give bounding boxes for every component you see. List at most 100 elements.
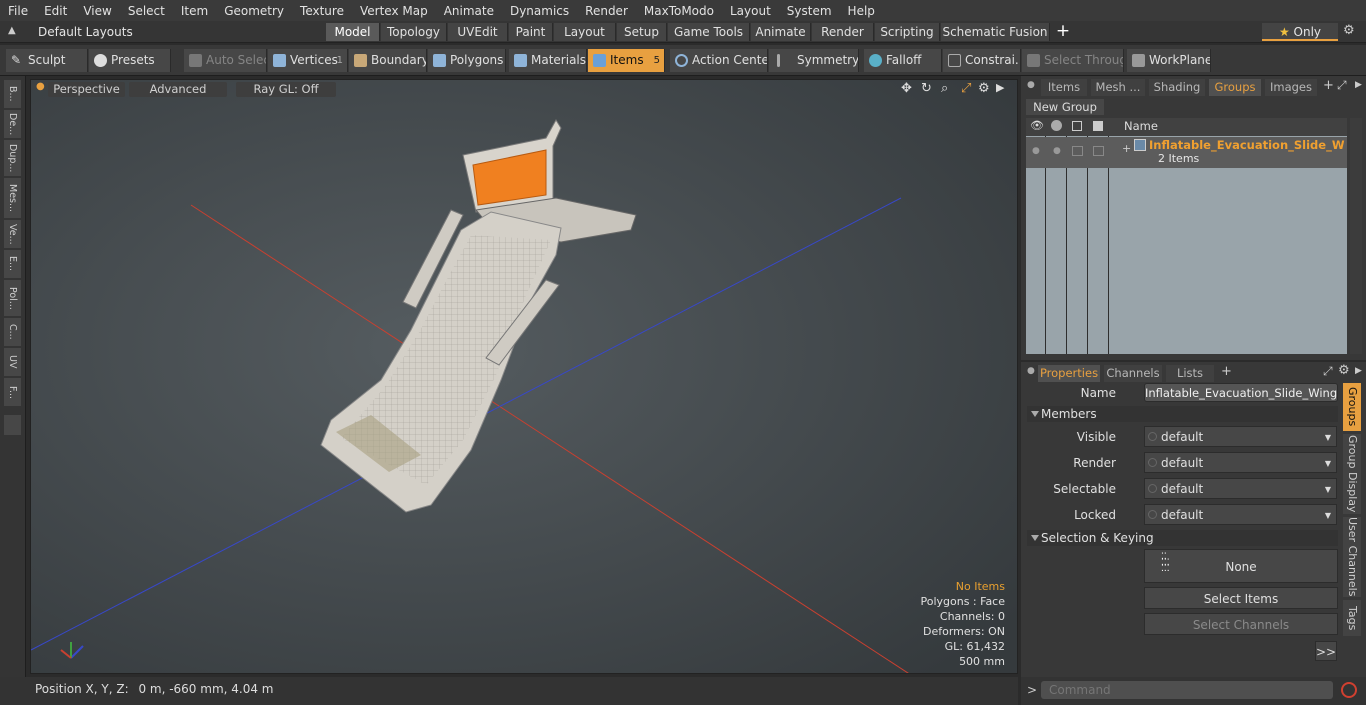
add-tab-button[interactable]: + bbox=[1054, 22, 1072, 40]
left-tab-uv[interactable]: UV bbox=[4, 348, 21, 376]
none-button[interactable]: ⁚⁚ ⁚⁚⁚ ⁚⁚⁚ None bbox=[1144, 549, 1338, 583]
symmetry-button[interactable]: Symmetry bbox=[769, 49, 859, 72]
menu-system[interactable]: System bbox=[779, 4, 840, 18]
properties-arrow-icon[interactable]: ▶ bbox=[1355, 366, 1362, 376]
expand-icon[interactable]: ⤢ bbox=[1337, 78, 1347, 93]
tab-paint[interactable]: Paint bbox=[509, 23, 553, 41]
members-section[interactable]: Members bbox=[1027, 406, 1338, 422]
side-tab-tags[interactable]: Tags bbox=[1343, 600, 1361, 636]
properties-dot-icon[interactable]: ● bbox=[1027, 366, 1035, 376]
name-field[interactable]: Inflatable_Evacuation_Slide_Wing (3) bbox=[1144, 383, 1338, 402]
tab-images[interactable]: Images bbox=[1265, 79, 1317, 96]
viewport-gear-icon[interactable]: ⚙ bbox=[978, 81, 990, 96]
auto-select-button[interactable]: Auto Select bbox=[184, 49, 267, 72]
tab-game-tools[interactable]: Game Tools bbox=[668, 23, 750, 41]
command-input[interactable] bbox=[1041, 681, 1333, 699]
row-render-icon[interactable]: ● bbox=[1053, 146, 1061, 156]
select-through-button[interactable]: Select Through bbox=[1022, 49, 1124, 72]
menu-render[interactable]: Render bbox=[577, 4, 636, 18]
menu-help[interactable]: Help bbox=[840, 4, 883, 18]
properties-expand-icon[interactable]: ⤢ bbox=[1323, 364, 1333, 379]
record-icon[interactable] bbox=[1341, 682, 1357, 698]
render-dropdown[interactable]: default ▼ bbox=[1144, 452, 1337, 473]
tab-model[interactable]: Model bbox=[326, 23, 380, 41]
polygons-button[interactable]: Polygons bbox=[428, 49, 506, 72]
sculpt-button[interactable]: ✎ Sculpt bbox=[6, 49, 88, 72]
tab-properties[interactable]: Properties bbox=[1038, 365, 1100, 382]
fit-icon[interactable]: ⤢ bbox=[961, 81, 971, 96]
menu-vertex-map[interactable]: Vertex Map bbox=[352, 4, 436, 18]
left-tab-duplicate[interactable]: Dup... bbox=[4, 140, 21, 176]
row-select-box[interactable] bbox=[1093, 146, 1104, 156]
row-eye-icon[interactable]: ● bbox=[1032, 146, 1040, 156]
tab-items[interactable]: Items bbox=[1041, 79, 1087, 96]
tab-animate[interactable]: Animate bbox=[751, 23, 811, 41]
selectable-dropdown[interactable]: default ▼ bbox=[1144, 478, 1337, 499]
3d-viewport[interactable]: ● Perspective Advanced Ray GL: Off ✥ ↻ ⌕… bbox=[30, 79, 1018, 674]
eye-icon[interactable]: 👁 bbox=[1030, 119, 1044, 132]
gear-icon[interactable]: ⚙ bbox=[1343, 23, 1355, 38]
pan-icon[interactable]: ✥ bbox=[901, 81, 912, 96]
advanced-button[interactable]: Advanced bbox=[129, 82, 227, 97]
action-center-button[interactable]: Action Center bbox=[670, 49, 768, 72]
menu-file[interactable]: File bbox=[0, 4, 36, 18]
groups-scrollbar[interactable] bbox=[1350, 118, 1362, 354]
select-items-button[interactable]: Select Items bbox=[1144, 587, 1338, 609]
tab-mesh[interactable]: Mesh ... bbox=[1091, 79, 1145, 96]
side-tab-groups[interactable]: Groups bbox=[1343, 383, 1361, 431]
more-button[interactable]: >> bbox=[1315, 641, 1337, 661]
properties-gear-icon[interactable]: ⚙ bbox=[1338, 363, 1350, 378]
add-panel-tab[interactable]: + bbox=[1323, 78, 1334, 93]
boundary-button[interactable]: Boundary bbox=[349, 49, 427, 72]
menu-layout[interactable]: Layout bbox=[722, 4, 779, 18]
panel-arrow-icon[interactable]: ▶ bbox=[1355, 80, 1362, 90]
left-tab-polygon[interactable]: Pol... bbox=[4, 280, 21, 316]
viewport-menu-dot[interactable]: ● bbox=[36, 81, 45, 92]
left-tab-edge[interactable]: E... bbox=[4, 250, 21, 278]
constraints-button[interactable]: Constrai... bbox=[943, 49, 1021, 72]
tab-setup[interactable]: Setup bbox=[617, 23, 667, 41]
expand-plus-icon[interactable]: + bbox=[1122, 142, 1131, 155]
group-name[interactable]: Inflatable_Evacuation_Slide_Wi ... bbox=[1149, 138, 1345, 152]
workplane-button[interactable]: WorkPlane bbox=[1127, 49, 1211, 72]
tab-lists[interactable]: Lists bbox=[1166, 365, 1214, 382]
rotate-icon[interactable]: ↻ bbox=[921, 81, 932, 96]
left-tab-extra[interactable] bbox=[4, 415, 21, 435]
tab-render[interactable]: Render bbox=[812, 23, 874, 41]
only-button[interactable]: ★ Only bbox=[1262, 23, 1338, 41]
tab-layout[interactable]: Layout bbox=[554, 23, 616, 41]
new-group-button[interactable]: New Group bbox=[1026, 99, 1104, 115]
groups-table[interactable]: 👁 Name ● ● + Inflatable_Evacuation_Slide… bbox=[1026, 118, 1347, 354]
play-icon[interactable]: ▶ bbox=[996, 81, 1004, 94]
tab-uvedit[interactable]: UVEdit bbox=[448, 23, 508, 41]
materials-button[interactable]: Materials bbox=[509, 49, 587, 72]
left-tab-vertex[interactable]: Ve... bbox=[4, 220, 21, 248]
layout-up-icon[interactable]: ▲ bbox=[8, 25, 20, 37]
perspective-button[interactable]: Perspective bbox=[48, 82, 125, 97]
add-properties-tab[interactable]: + bbox=[1221, 364, 1232, 379]
menu-maxtomodo[interactable]: MaxToModo bbox=[636, 4, 722, 18]
left-tab-fusion[interactable]: F... bbox=[4, 378, 21, 406]
tab-shading[interactable]: Shading bbox=[1149, 79, 1205, 96]
viewport-scene[interactable] bbox=[31, 80, 1018, 674]
ray-gl-button[interactable]: Ray GL: Off bbox=[236, 82, 336, 97]
lock-icon[interactable] bbox=[1072, 121, 1082, 131]
menu-view[interactable]: View bbox=[75, 4, 119, 18]
row-lock-box[interactable] bbox=[1072, 146, 1083, 156]
left-tab-deform[interactable]: De... bbox=[4, 110, 21, 138]
menu-animate[interactable]: Animate bbox=[436, 4, 502, 18]
items-button[interactable]: Items 5 bbox=[588, 49, 665, 72]
menu-geometry[interactable]: Geometry bbox=[216, 4, 292, 18]
menu-edit[interactable]: Edit bbox=[36, 4, 75, 18]
group-row[interactable]: ● ● + Inflatable_Evacuation_Slide_Wi ...… bbox=[1026, 137, 1347, 168]
tab-groups[interactable]: Groups bbox=[1209, 79, 1261, 96]
menu-item[interactable]: Item bbox=[173, 4, 216, 18]
select-channels-button[interactable]: Select Channels bbox=[1144, 613, 1338, 635]
visible-dropdown[interactable]: default ▼ bbox=[1144, 426, 1337, 447]
zoom-icon[interactable]: ⌕ bbox=[941, 81, 948, 96]
panel-dot-icon[interactable]: ● bbox=[1027, 80, 1035, 90]
vertices-button[interactable]: Vertices 1 bbox=[268, 49, 348, 72]
tab-topology[interactable]: Topology bbox=[381, 23, 447, 41]
render-icon[interactable] bbox=[1051, 120, 1062, 131]
tab-scripting[interactable]: Scripting bbox=[875, 23, 940, 41]
